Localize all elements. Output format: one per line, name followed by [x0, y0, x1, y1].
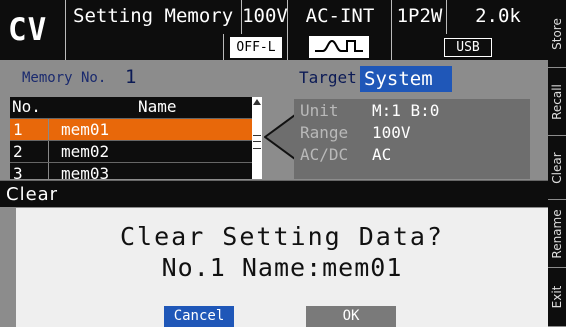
softkey-label: Exit: [550, 285, 564, 309]
detail-acdc-label: AC/DC: [300, 145, 349, 164]
softkey-label: Clear: [550, 151, 564, 184]
item-number: 1: [13, 120, 23, 139]
item-name: mem02: [48, 141, 109, 162]
sine-wave-icon: [309, 36, 369, 58]
softkey-label: Recall: [550, 83, 564, 120]
operation-mode: CV: [8, 12, 48, 48]
softkey-rename[interactable]: Rename: [548, 200, 566, 268]
memory-detail-panel: Unit M:1 B:0 Range 100V AC/DC AC: [294, 99, 530, 179]
dialog-message: Clear Setting Data?: [120, 222, 444, 251]
status-subcell: [65, 34, 224, 60]
target-select[interactable]: System: [360, 66, 452, 92]
item-number: 2: [13, 142, 23, 161]
detail-range-value: 100V: [372, 123, 411, 142]
memory-number-value: 1: [125, 66, 137, 88]
cancel-button[interactable]: Cancel: [164, 306, 234, 327]
softkey-column: Store Recall Clear Rename Exit: [548, 0, 566, 327]
ok-button[interactable]: OK: [306, 306, 396, 327]
item-number: 3: [13, 164, 23, 179]
item-name: mem03: [48, 163, 109, 179]
detail-unit-label: Unit: [300, 101, 339, 120]
status-bar: CV Setting Memory 100V AC-INT 1P2W 2.0k …: [0, 0, 548, 60]
scroll-up-arrow-icon[interactable]: [253, 99, 261, 105]
wiring-indicator: 1P2W: [391, 0, 447, 34]
softkey-recall[interactable]: Recall: [548, 68, 566, 136]
clear-confirm-dialog: Clear Setting Data? No.1 Name:mem01 Canc…: [16, 208, 548, 327]
memory-list: No. Name 1 mem01 2 mem02 3 mem03: [10, 97, 252, 179]
column-header-name: Name: [138, 97, 177, 116]
callout-pointer-icon: [264, 113, 296, 161]
dialog-detail: No.1 Name:mem01: [161, 253, 403, 282]
softkey-exit[interactable]: Exit: [548, 268, 566, 327]
list-item[interactable]: 2 mem02: [10, 140, 252, 162]
target-label: Target: [299, 68, 357, 87]
usb-indicator: USB: [444, 38, 492, 57]
detail-acdc-value: AC: [372, 145, 392, 164]
signal-source-indicator: AC-INT: [287, 0, 392, 34]
screen-title: Setting Memory: [65, 0, 241, 34]
detail-acdc: AC/DC AC: [300, 145, 391, 164]
detail-range-label: Range: [300, 123, 349, 142]
list-scrollbar[interactable]: [252, 97, 262, 179]
list-item[interactable]: 1 mem01: [10, 118, 252, 140]
list-header: No. Name: [10, 97, 252, 117]
detail-unit-value: M:1 B:0: [372, 101, 440, 120]
softkey-store[interactable]: Store: [548, 0, 566, 68]
column-header-no: No.: [12, 97, 41, 116]
memory-number-label: Memory No.: [22, 70, 107, 86]
frequency-indicator: 2.0k: [446, 0, 548, 34]
list-item[interactable]: 3 mem03: [10, 162, 252, 179]
dialog-title: Clear: [0, 180, 548, 207]
detail-unit: Unit M:1 B:0: [300, 101, 439, 120]
voltage-range-indicator: 100V: [241, 0, 288, 34]
output-limit-badge: OFF-L: [230, 37, 282, 58]
softkey-label: Rename: [550, 208, 564, 259]
detail-range: Range 100V: [300, 123, 411, 142]
scroll-thumb[interactable]: [253, 135, 261, 149]
softkey-label: Store: [550, 17, 564, 50]
item-name: mem01: [48, 119, 109, 140]
instrument-screen: CV Setting Memory 100V AC-INT 1P2W 2.0k …: [0, 0, 548, 327]
softkey-clear[interactable]: Clear: [548, 136, 566, 200]
